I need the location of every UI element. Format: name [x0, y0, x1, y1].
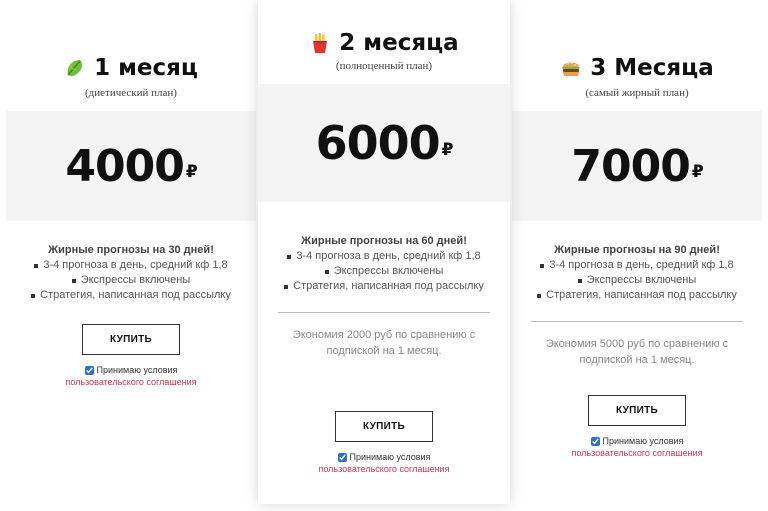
savings-note: Экономия 2000 руб по сравнению с подписко… — [292, 329, 476, 357]
bullet-icon — [34, 263, 39, 268]
currency-symbol: ₽ — [441, 140, 454, 160]
features-list: Жирные прогнозы на 60 дней! 3-4 прогноза… — [258, 234, 510, 294]
lettuce-icon — [64, 57, 86, 79]
agree-label: Принимаю условия — [349, 452, 431, 462]
list-item: 3-4 прогноза в день, средний кф 1,8 — [512, 258, 762, 273]
bullet-icon — [540, 263, 545, 268]
agree-checkbox[interactable] — [84, 365, 94, 375]
bullet-icon — [284, 284, 289, 289]
fries-icon — [309, 32, 331, 54]
plan-title: 1 месяц — [6, 55, 256, 81]
buy-button[interactable]: КУПИТЬ — [335, 411, 433, 442]
burger-icon — [560, 57, 582, 79]
divider — [531, 321, 743, 322]
buy-button[interactable]: КУПИТЬ — [588, 395, 686, 426]
currency-symbol: ₽ — [691, 161, 704, 182]
plan-card-1-month: 1 месяц (диетический план) 4000 ₽ Жирные … — [6, 0, 256, 511]
list-item: Стратегия, написанная под рассылку — [512, 288, 762, 303]
agree-terms[interactable]: Принимаю условия — [512, 436, 762, 446]
plan-title-text: 1 месяц — [94, 55, 198, 81]
bullet-icon — [577, 278, 582, 283]
bullet-icon — [71, 278, 76, 283]
features-title: Жирные прогнозы на 30 дней! — [48, 244, 214, 256]
divider — [278, 312, 490, 313]
plan-subtitle: (диетический план) — [85, 87, 177, 99]
list-item: Стратегия, написанная под рассылку — [258, 279, 510, 294]
features-list: Жирные прогнозы на 90 дней! 3-4 прогноза… — [512, 243, 762, 303]
terms-link[interactable]: пользовательского соглашения — [6, 377, 256, 387]
terms-link[interactable]: пользовательского соглашения — [258, 464, 510, 474]
plan-title-text: 3 Месяца — [590, 55, 714, 81]
buy-button[interactable]: КУПИТЬ — [82, 324, 180, 355]
plan-card-3-months: 3 Месяца (самый жирный план) 7000 ₽ Жирны… — [512, 0, 762, 511]
plan-title: 2 месяца — [258, 30, 510, 56]
price-box: 4000 ₽ — [6, 111, 256, 221]
plan-card-2-months: 2 месяца (полноценный план) 6000 ₽ Жирные… — [258, 0, 510, 504]
terms-link[interactable]: пользовательского соглашения — [512, 448, 762, 458]
list-item: Экспрессы включены — [258, 264, 510, 279]
list-item: Стратегия, написанная под рассылку — [6, 288, 256, 303]
price-value: 7000 ₽ — [571, 140, 704, 192]
bullet-icon — [537, 293, 542, 298]
plan-title: 3 Месяца — [512, 55, 762, 81]
agree-label: Принимаю условия — [96, 365, 178, 375]
agree-terms[interactable]: Принимаю условия — [258, 452, 510, 462]
currency-symbol: ₽ — [185, 161, 198, 182]
list-item: 3-4 прогноза в день, средний кф 1,8 — [258, 249, 510, 264]
bullet-icon — [287, 254, 292, 259]
list-item: Экспрессы включены — [6, 273, 256, 288]
plan-title-text: 2 месяца — [339, 30, 459, 56]
agree-terms[interactable]: Принимаю условия — [6, 365, 256, 375]
savings-note: Экономия 5000 руб по сравнению с подписко… — [545, 338, 729, 366]
features-list: Жирные прогнозы на 30 дней! 3-4 прогноза… — [6, 243, 256, 303]
agree-label: Принимаю условия — [602, 436, 684, 446]
agree-checkbox[interactable] — [590, 436, 600, 446]
price-box: 7000 ₽ — [512, 111, 762, 221]
bullet-icon — [31, 293, 36, 298]
plan-subtitle: (самый жирный план) — [585, 87, 689, 99]
list-item: 3-4 прогноза в день, средний кф 1,8 — [6, 258, 256, 273]
bullet-icon — [324, 269, 329, 274]
list-item: Экспрессы включены — [512, 273, 762, 288]
agree-checkbox[interactable] — [337, 452, 347, 462]
features-title: Жирные прогнозы на 90 дней! — [554, 244, 720, 256]
price-box: 6000 ₽ — [258, 84, 510, 202]
plan-subtitle: (полноценный план) — [335, 60, 433, 72]
features-title: Жирные прогнозы на 60 дней! — [301, 235, 467, 247]
price-value: 6000 ₽ — [315, 116, 454, 170]
price-value: 4000 ₽ — [65, 140, 198, 192]
